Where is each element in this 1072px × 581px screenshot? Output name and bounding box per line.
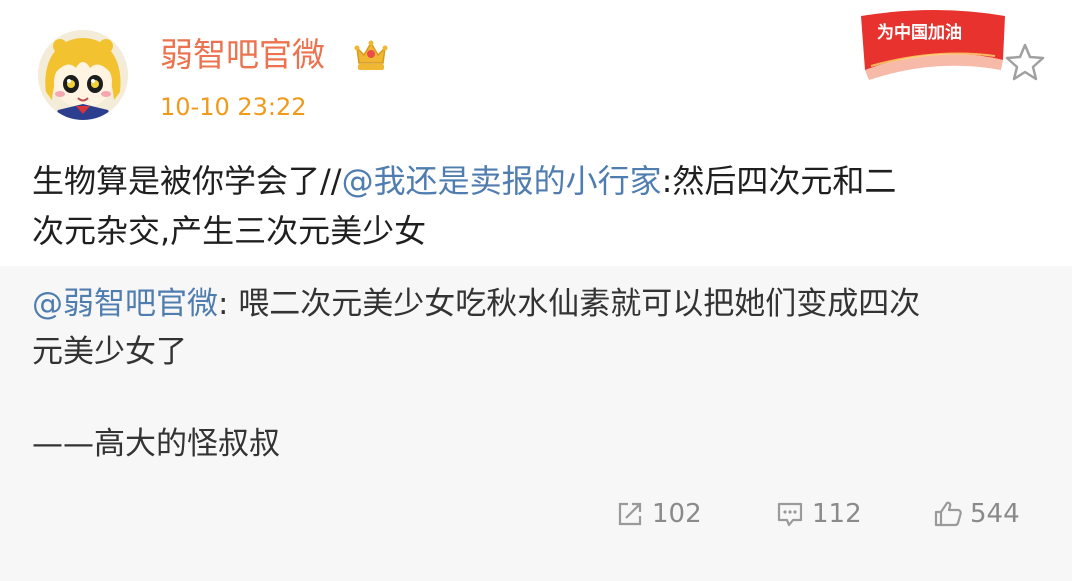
campaign-badge-label: 为中国加油 [877, 22, 962, 43]
post-content-line-1: 生物算是被你学会了//@我还是卖报的小行家:然后四次元和二 [32, 156, 1057, 206]
repost-count: 102 [652, 499, 702, 529]
weibo-post-card: 弱智吧官微 10-10 23:22 为中国加油 生物算是被你学会了//@我还是卖… [0, 0, 1072, 581]
comment-count: 112 [812, 499, 862, 529]
repost-content-line-1: @弱智吧官微: 喂二次元美少女吃秋水仙素就可以把她们变成四次 [32, 280, 1047, 328]
repost-author-mention[interactable]: @弱智吧官微 [32, 286, 218, 322]
post-content-line-2: 次元杂交,产生三次元美少女 [32, 212, 427, 250]
repost-content: @弱智吧官微: 喂二次元美少女吃秋水仙素就可以把她们变成四次 元美少女了 [32, 280, 1047, 376]
share-icon [618, 502, 642, 526]
mention-link[interactable]: @我还是卖报的小行家 [342, 162, 662, 200]
like-button[interactable]: 544 [932, 494, 1020, 534]
repost-button[interactable]: 102 [614, 494, 702, 534]
campaign-badge[interactable]: 为中国加油 [855, 4, 1015, 84]
action-bar: 102 112 544 [0, 494, 1072, 534]
cartoon-girl-avatar-icon [38, 30, 128, 120]
avatar[interactable] [38, 30, 128, 120]
post-content: 生物算是被你学会了//@我还是卖报的小行家:然后四次元和二 次元杂交,产生三次元… [32, 156, 1057, 256]
repost-block[interactable]: @弱智吧官微: 喂二次元美少女吃秋水仙素就可以把她们变成四次 元美少女了 ——高… [0, 266, 1072, 581]
comment-button[interactable]: 112 [774, 494, 862, 534]
post-text-plain: 生物算是被你学会了// [32, 162, 342, 200]
comment-icon [777, 502, 803, 527]
repost-signature: ——高大的怪叔叔 [32, 426, 280, 462]
like-count: 544 [970, 499, 1020, 529]
post-timestamp: 10-10 23:22 [160, 93, 307, 121]
post-text-rest: :然后四次元和二 [661, 162, 897, 200]
author-name[interactable]: 弱智吧官微 [160, 33, 325, 77]
repost-content-line-2: 元美少女了 [32, 334, 187, 370]
thumbs-up-icon [934, 501, 962, 527]
repost-text-rest: : 喂二次元美少女吃秋水仙素就可以把她们变成四次 [218, 286, 921, 322]
star-icon[interactable] [1003, 41, 1047, 83]
vip-crown-icon[interactable] [352, 38, 390, 74]
